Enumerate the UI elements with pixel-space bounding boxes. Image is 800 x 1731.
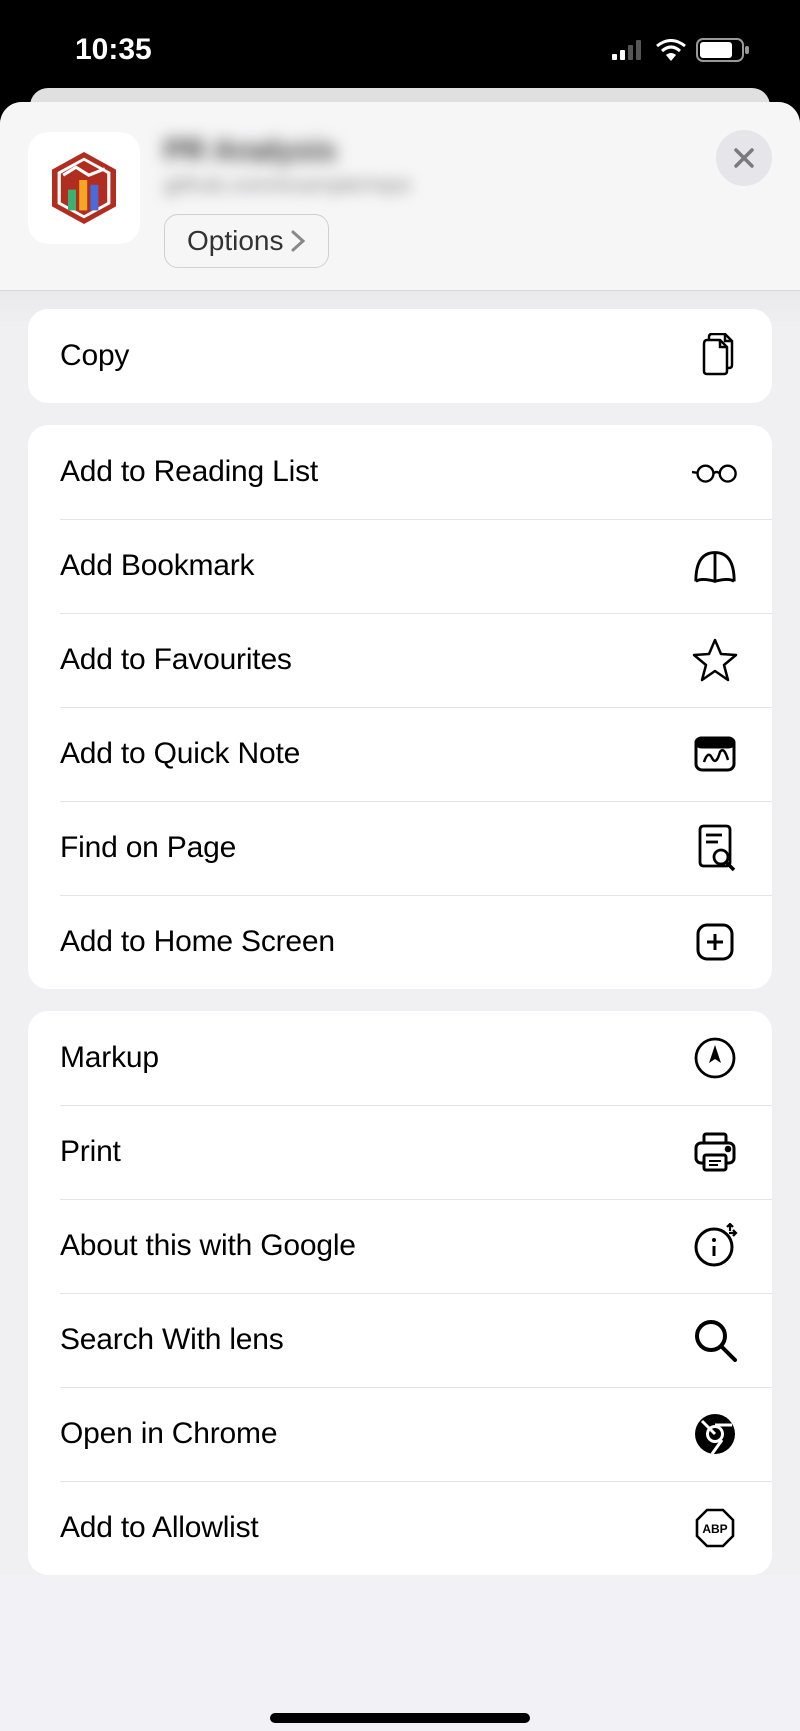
about-google-icon	[692, 1223, 738, 1269]
star-icon	[692, 637, 738, 683]
status-indicators	[612, 38, 750, 62]
add-reading-list-action[interactable]: Add to Reading List	[28, 425, 772, 519]
markup-action[interactable]: Markup	[28, 1011, 772, 1105]
action-label: Add to Reading List	[60, 455, 318, 489]
print-icon	[692, 1129, 738, 1175]
share-sheet: PR Analysis github.com/example/repo Opti…	[0, 102, 800, 1731]
options-button[interactable]: Options	[164, 214, 329, 268]
action-label: Add Bookmark	[60, 549, 254, 583]
find-on-page-icon	[692, 825, 738, 871]
action-label: Copy	[60, 339, 129, 373]
action-label: Find on Page	[60, 831, 236, 865]
action-label: Search With lens	[60, 1323, 284, 1357]
battery-icon	[696, 38, 750, 62]
bookmark-icon	[692, 543, 738, 589]
svg-text:ABP: ABP	[702, 1522, 727, 1536]
copy-action[interactable]: Copy	[28, 309, 772, 403]
search-lens-action[interactable]: Search With lens	[28, 1293, 772, 1387]
status-time: 10:35	[75, 33, 152, 67]
action-group: Add to Reading List Add Bookmark	[28, 425, 772, 989]
chrome-icon	[692, 1411, 738, 1457]
add-bookmark-action[interactable]: Add Bookmark	[28, 519, 772, 613]
action-label: About this with Google	[60, 1229, 356, 1263]
about-google-action[interactable]: About this with Google	[28, 1199, 772, 1293]
shared-item-subtitle: github.com/example/repo	[164, 172, 772, 198]
status-bar: 10:35	[0, 0, 800, 100]
action-label: Markup	[60, 1041, 159, 1075]
find-on-page-action[interactable]: Find on Page	[28, 801, 772, 895]
action-label: Add to Allowlist	[60, 1511, 259, 1545]
cellular-signal-icon	[612, 40, 646, 60]
header-content: PR Analysis github.com/example/repo Opti…	[164, 132, 772, 268]
share-actions-list[interactable]: Copy Add to Reading List	[0, 291, 800, 1575]
shared-item-icon	[28, 132, 140, 244]
copy-icon	[692, 333, 738, 379]
action-group: Copy	[28, 309, 772, 403]
add-home-screen-action[interactable]: Add to Home Screen	[28, 895, 772, 989]
add-favourites-action[interactable]: Add to Favourites	[28, 613, 772, 707]
close-icon	[732, 146, 756, 170]
add-home-icon	[692, 919, 738, 965]
action-label: Add to Quick Note	[60, 737, 300, 771]
action-group: Markup Print	[28, 1011, 772, 1575]
markup-icon	[692, 1035, 738, 1081]
action-label: Add to Favourites	[60, 643, 292, 677]
action-label: Print	[60, 1135, 121, 1169]
reading-list-icon	[692, 449, 738, 495]
abp-icon: ABP	[692, 1505, 738, 1551]
options-label: Options	[187, 225, 284, 257]
shared-item-title: PR Analysis	[164, 134, 772, 168]
quick-note-icon	[692, 731, 738, 777]
print-action[interactable]: Print	[28, 1105, 772, 1199]
close-button[interactable]	[716, 130, 772, 186]
add-allowlist-action[interactable]: Add to Allowlist ABP	[28, 1481, 772, 1575]
share-sheet-header: PR Analysis github.com/example/repo Opti…	[0, 102, 800, 291]
open-chrome-action[interactable]: Open in Chrome	[28, 1387, 772, 1481]
action-label: Open in Chrome	[60, 1417, 277, 1451]
search-lens-icon	[692, 1317, 738, 1363]
add-quick-note-action[interactable]: Add to Quick Note	[28, 707, 772, 801]
home-indicator[interactable]	[270, 1713, 530, 1723]
action-label: Add to Home Screen	[60, 925, 335, 959]
wifi-icon	[656, 39, 686, 61]
chevron-right-icon	[290, 229, 306, 253]
